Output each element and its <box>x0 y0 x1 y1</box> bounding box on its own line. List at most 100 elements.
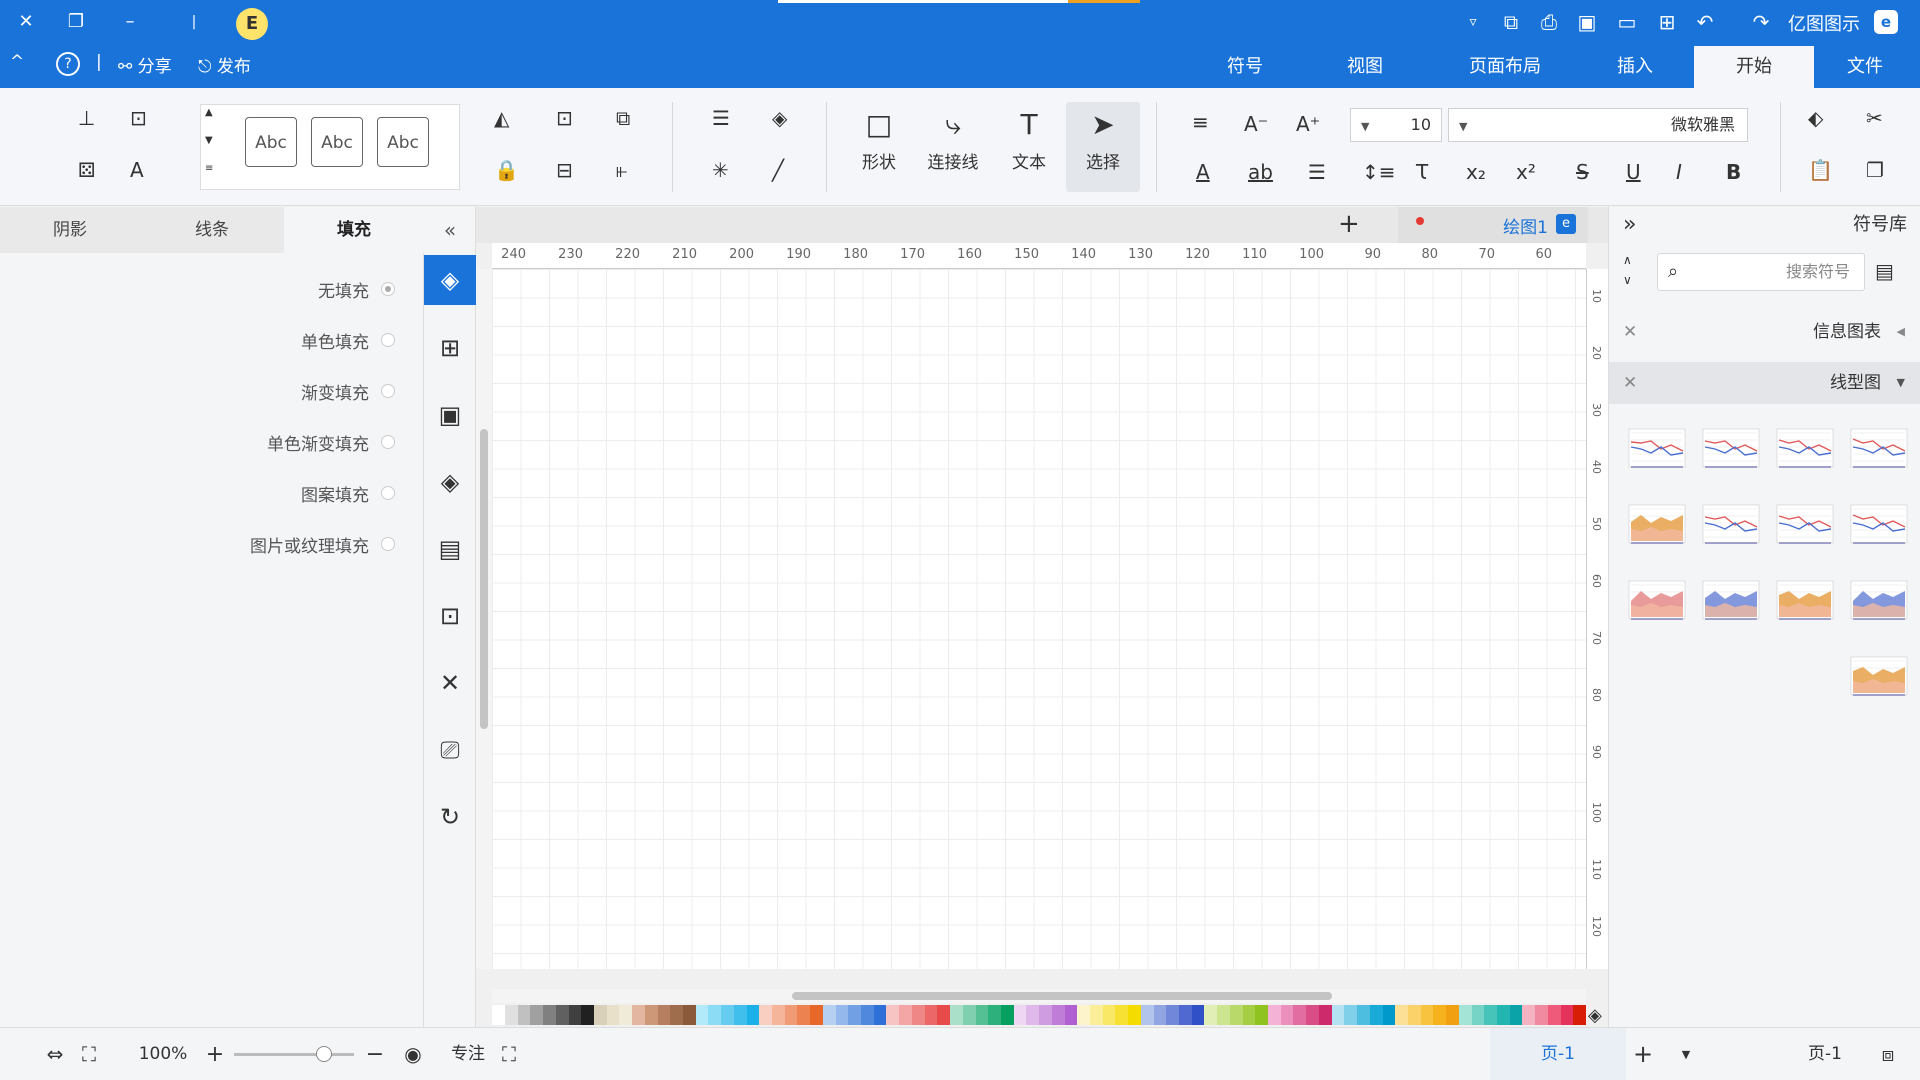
zoom-slider-knob[interactable] <box>316 1046 332 1062</box>
color-swatch[interactable] <box>1229 1005 1243 1025</box>
color-swatch[interactable] <box>1344 1005 1358 1025</box>
layers-icon[interactable]: ◈ <box>424 457 476 507</box>
line-chart-symbol-icon[interactable] <box>1627 425 1687 473</box>
color-swatch[interactable] <box>1573 1005 1586 1025</box>
color-swatch[interactable] <box>772 1005 785 1025</box>
radio-icon[interactable] <box>381 333 395 347</box>
color-swatch[interactable] <box>886 1005 900 1025</box>
open-file-icon[interactable]: ▭ <box>1612 0 1642 44</box>
line-chart-symbol-icon[interactable] <box>1849 425 1909 473</box>
focus-mode-icon[interactable]: ⛶ <box>494 1028 524 1080</box>
color-swatch[interactable] <box>695 1005 709 1025</box>
scroll-down-icon[interactable]: ∨ <box>1623 273 1632 287</box>
color-swatch[interactable] <box>1166 1005 1179 1025</box>
vertical-scrollbar[interactable] <box>476 269 492 969</box>
color-swatch[interactable] <box>759 1005 772 1025</box>
radio-icon[interactable] <box>381 282 395 296</box>
palette-fill-icon[interactable]: ◈ <box>1588 1005 1602 1026</box>
radio-icon[interactable] <box>381 486 395 500</box>
line-chart-symbol-icon[interactable] <box>1701 501 1761 549</box>
radio-icon[interactable] <box>381 384 395 398</box>
color-swatch[interactable] <box>1471 1005 1485 1025</box>
fill-color-icon[interactable]: ◈ <box>772 106 787 130</box>
color-swatch[interactable] <box>1051 1005 1065 1025</box>
tab-insert[interactable]: 插入 <box>1590 46 1680 88</box>
color-swatch[interactable] <box>1306 1005 1319 1025</box>
color-swatch[interactable] <box>606 1005 620 1025</box>
color-swatch[interactable] <box>1407 1005 1421 1025</box>
line-chart-symbol-icon[interactable] <box>1775 425 1835 473</box>
format-icon[interactable]: A <box>130 158 144 182</box>
align-objects-icon[interactable]: ⫦ <box>616 158 627 182</box>
fit-page-icon[interactable]: ⛶ <box>74 1028 104 1080</box>
color-swatch[interactable] <box>1382 1005 1396 1025</box>
color-swatch[interactable] <box>1255 1005 1269 1025</box>
line-color-icon[interactable]: ╱ <box>772 158 784 182</box>
save-icon[interactable]: ▣ <box>1572 0 1602 44</box>
line-spacing-icon[interactable]: ↕≡ <box>1362 160 1396 184</box>
export-icon[interactable]: ⧉ <box>1496 0 1526 44</box>
color-swatch[interactable] <box>1191 1005 1205 1025</box>
color-swatch[interactable] <box>555 1005 569 1025</box>
superscript-icon[interactable]: x² <box>1516 160 1536 184</box>
gallery-down-icon[interactable]: ▼ <box>205 135 213 146</box>
tab-page-layout[interactable]: 页面布局 <box>1440 46 1570 88</box>
tab-file[interactable]: 文件 <box>1830 46 1900 88</box>
align-icon[interactable]: ≡ <box>1192 110 1209 134</box>
presentation-icon[interactable]: ⎚ <box>424 725 476 775</box>
color-swatch[interactable] <box>581 1005 594 1025</box>
tab-line[interactable]: 线条 <box>142 207 282 253</box>
decrease-font-icon[interactable]: A⁻ <box>1244 112 1268 136</box>
tab-symbols[interactable]: 符号 <box>1200 46 1290 88</box>
undo-icon[interactable]: ↶ <box>1690 0 1720 44</box>
copy-icon[interactable]: ❐ <box>1866 158 1884 182</box>
color-swatch[interactable] <box>1331 1005 1345 1025</box>
color-swatch[interactable] <box>797 1005 811 1025</box>
color-swatch[interactable] <box>1509 1005 1523 1025</box>
page-icon[interactable]: ▤ <box>424 524 476 574</box>
fit-width-icon[interactable]: ⇔ <box>40 1028 70 1080</box>
collapse-panel-icon[interactable]: « <box>424 207 476 253</box>
category-infographic[interactable]: 信息图表 ◀ ✕ <box>1609 311 1920 353</box>
fill-option-gradient[interactable]: 渐变填充 <box>301 379 395 404</box>
color-swatch[interactable] <box>1280 1005 1294 1025</box>
color-swatch[interactable] <box>1395 1005 1408 1025</box>
color-swatch[interactable] <box>1064 1005 1078 1025</box>
color-swatch[interactable] <box>708 1005 722 1025</box>
color-swatch[interactable] <box>784 1005 798 1025</box>
zoom-slider[interactable] <box>234 1053 354 1056</box>
font-color-icon[interactable]: A <box>1196 160 1210 184</box>
line-style-icon[interactable]: ☰ <box>712 106 730 130</box>
drawing-canvas[interactable] <box>492 269 1586 969</box>
color-swatch[interactable] <box>746 1005 760 1025</box>
color-swatch[interactable] <box>873 1005 887 1025</box>
color-swatch[interactable] <box>1217 1005 1230 1025</box>
line-chart-symbol-icon[interactable] <box>1849 577 1909 625</box>
fill-panel-icon[interactable]: ◈ <box>424 255 476 305</box>
zoom-out-icon[interactable]: − <box>360 1028 390 1080</box>
subscript-icon[interactable]: x₂ <box>1466 160 1486 184</box>
lock-icon[interactable]: 🔒 <box>494 158 519 182</box>
color-swatch[interactable] <box>1433 1005 1447 1025</box>
color-swatch[interactable] <box>1560 1005 1574 1025</box>
page-dropdown-icon[interactable]: ▼ <box>1676 1028 1696 1080</box>
color-swatch[interactable] <box>504 1005 518 1025</box>
arrange-icon[interactable]: ⚄ <box>78 158 95 182</box>
fill-option-none[interactable]: 无填充 <box>318 277 395 302</box>
radio-icon[interactable] <box>381 537 395 551</box>
text-highlight-icon[interactable]: ab <box>1248 160 1273 184</box>
customize-quick-access-icon[interactable]: ▿ <box>1458 0 1488 44</box>
color-swatch[interactable] <box>1115 1005 1129 1025</box>
color-swatch[interactable] <box>1179 1005 1192 1025</box>
library-manager-icon[interactable]: ▤ <box>1875 259 1894 283</box>
color-swatch[interactable] <box>1318 1005 1332 1025</box>
category-line-chart[interactable]: 线型图 ▼ ✕ <box>1609 362 1920 404</box>
increase-font-icon[interactable]: A⁺ <box>1296 112 1320 136</box>
zoom-level[interactable]: 100% <box>128 1028 198 1080</box>
format-painter-icon[interactable]: ⬖ <box>1808 106 1823 130</box>
color-swatch[interactable] <box>568 1005 582 1025</box>
close-category-icon[interactable]: ✕ <box>1623 362 1637 404</box>
gallery-more-icon[interactable]: ≡ <box>205 163 213 174</box>
tab-view[interactable]: 视图 <box>1320 46 1410 88</box>
color-swatch[interactable] <box>822 1005 836 1025</box>
